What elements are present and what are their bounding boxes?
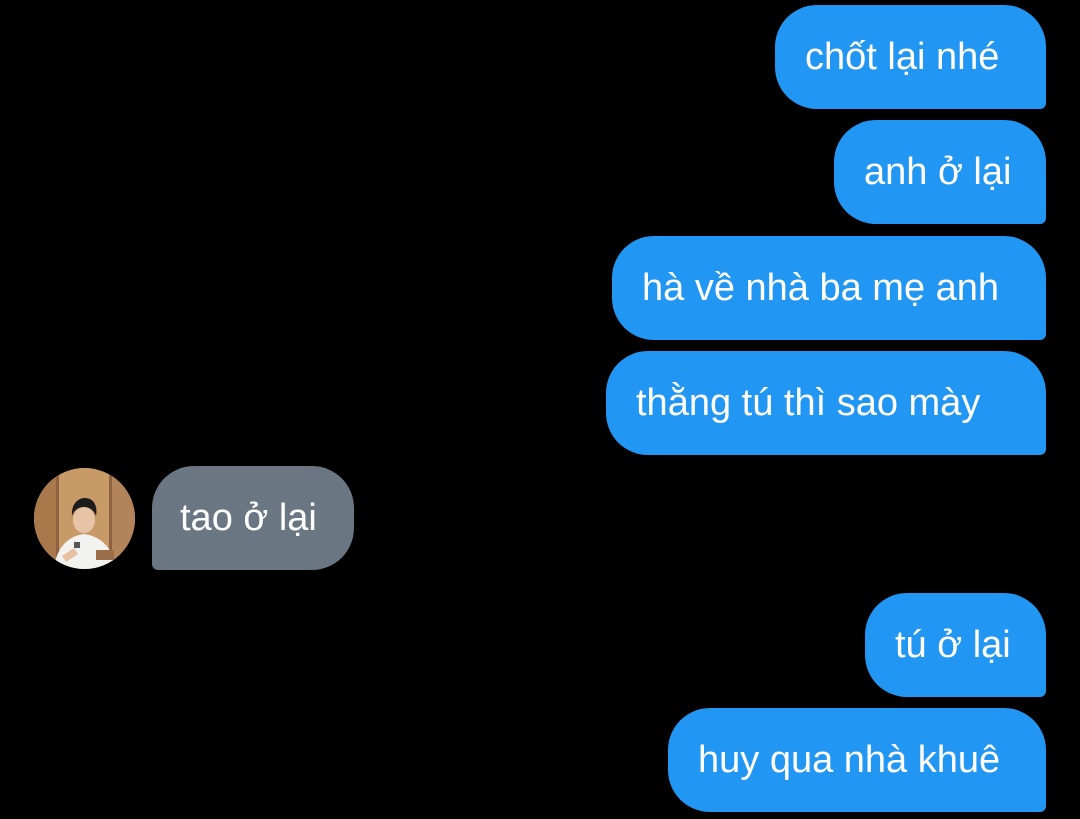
outgoing-message-bubble[interactable]: huy qua nhà khuê: [668, 708, 1046, 812]
outgoing-message-bubble[interactable]: anh ở lại: [834, 120, 1046, 224]
message-text: hà về nhà ba mẹ anh: [642, 267, 1000, 309]
message-text: tao ở lại: [180, 497, 317, 539]
message-text: tú ở lại: [895, 624, 1011, 666]
message-text: chốt lại nhé: [805, 36, 1000, 78]
message-text: anh ở lại: [864, 151, 1012, 193]
message-text: thằng tú thì sao mày: [636, 382, 981, 424]
outgoing-message-bubble[interactable]: thằng tú thì sao mày: [606, 351, 1046, 455]
outgoing-message-bubble[interactable]: tú ở lại: [865, 593, 1046, 697]
outgoing-message-bubble[interactable]: chốt lại nhé: [775, 5, 1046, 109]
contact-avatar-photo-icon: [34, 468, 135, 569]
outgoing-message-bubble[interactable]: hà về nhà ba mẹ anh: [612, 236, 1046, 340]
contact-avatar[interactable]: [34, 468, 135, 569]
message-text: huy qua nhà khuê: [698, 739, 1001, 781]
incoming-message-bubble[interactable]: tao ở lại: [152, 466, 354, 570]
